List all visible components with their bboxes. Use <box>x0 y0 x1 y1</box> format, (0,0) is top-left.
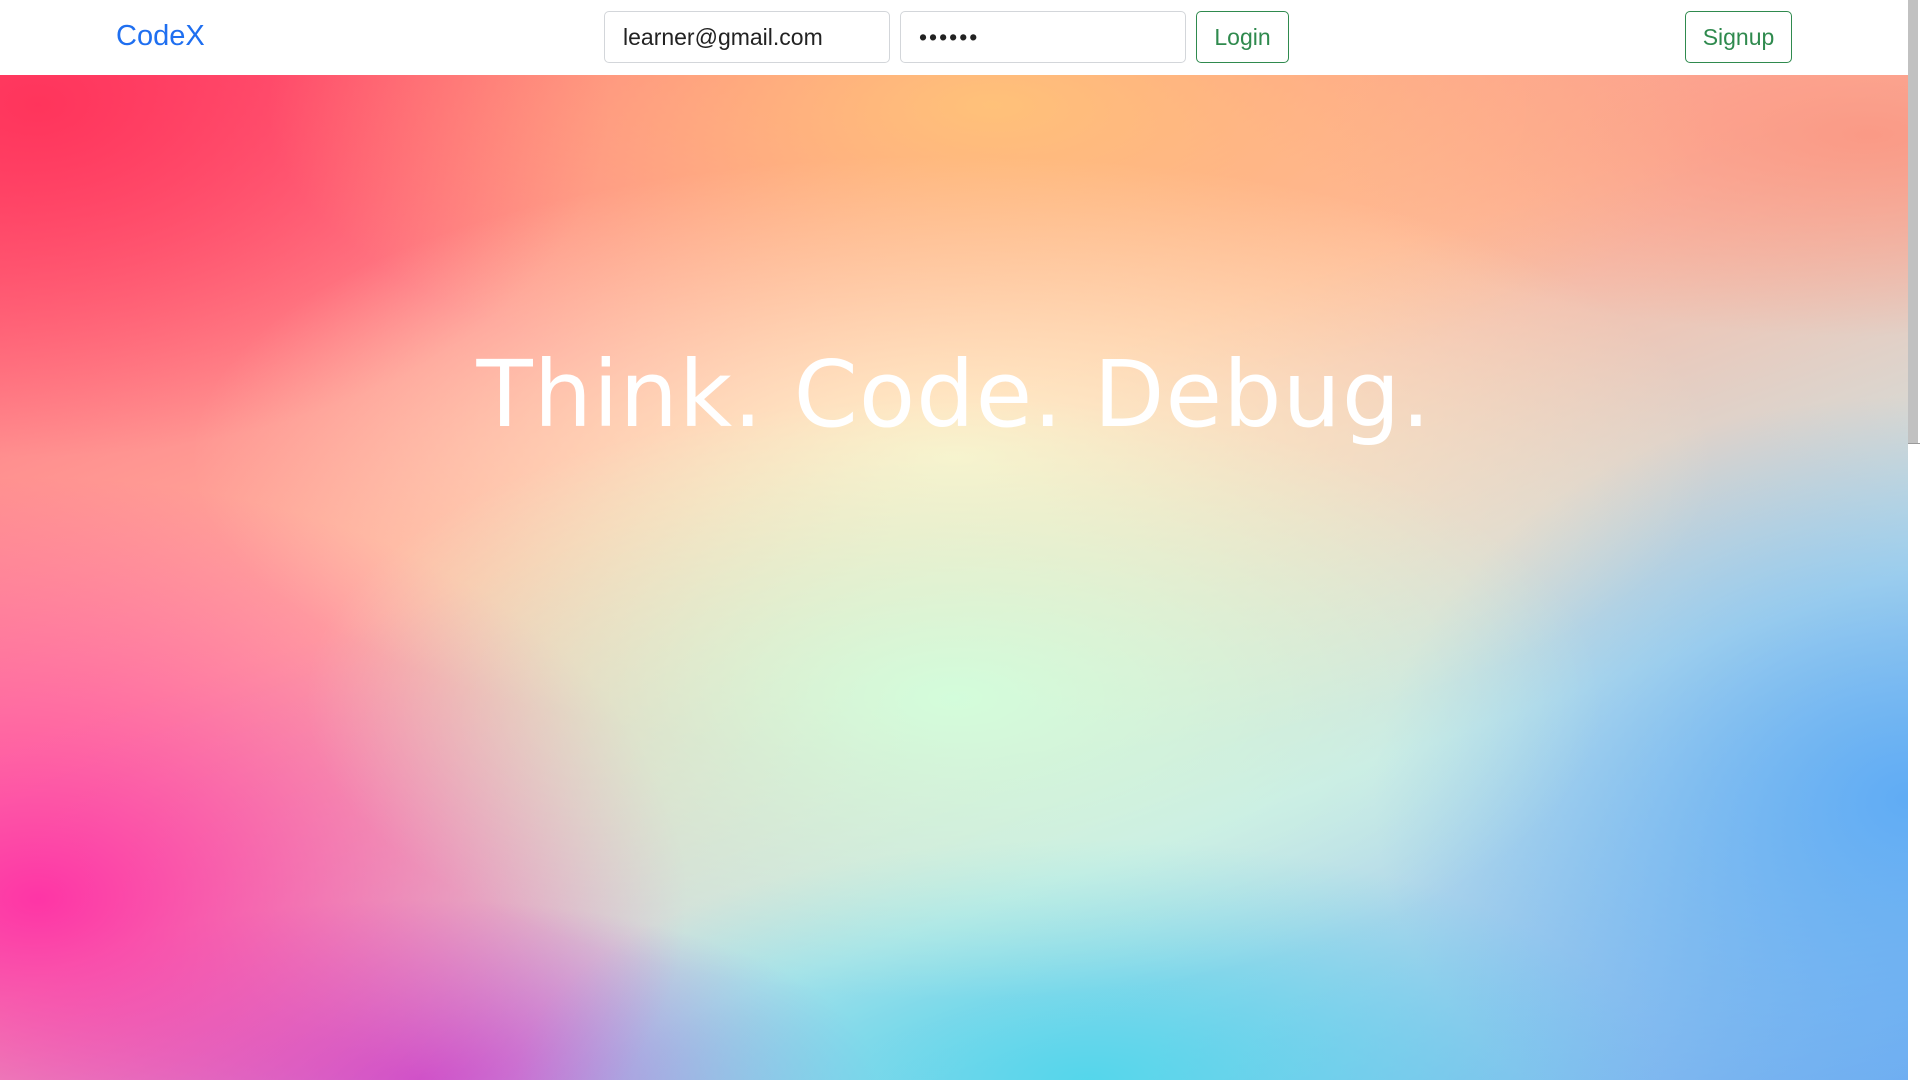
login-button[interactable]: Login <box>1196 11 1289 63</box>
top-navbar: CodeX Login Signup <box>0 0 1908 75</box>
hero-gradient-section: Think. Code. Debug. <box>0 75 1908 1080</box>
brand-logo-link[interactable]: CodeX <box>116 19 205 54</box>
hero-headline: Think. Code. Debug. <box>476 341 1432 448</box>
scrollbar-thumb-edge <box>1908 443 1920 444</box>
email-input[interactable] <box>604 11 890 63</box>
page: CodeX Login Signup Think. Code. Debug. <box>0 0 1920 1080</box>
signup-button[interactable]: Signup <box>1685 11 1792 63</box>
page-scrollbar-thumb[interactable] <box>1908 0 1918 443</box>
password-input[interactable] <box>900 11 1186 63</box>
